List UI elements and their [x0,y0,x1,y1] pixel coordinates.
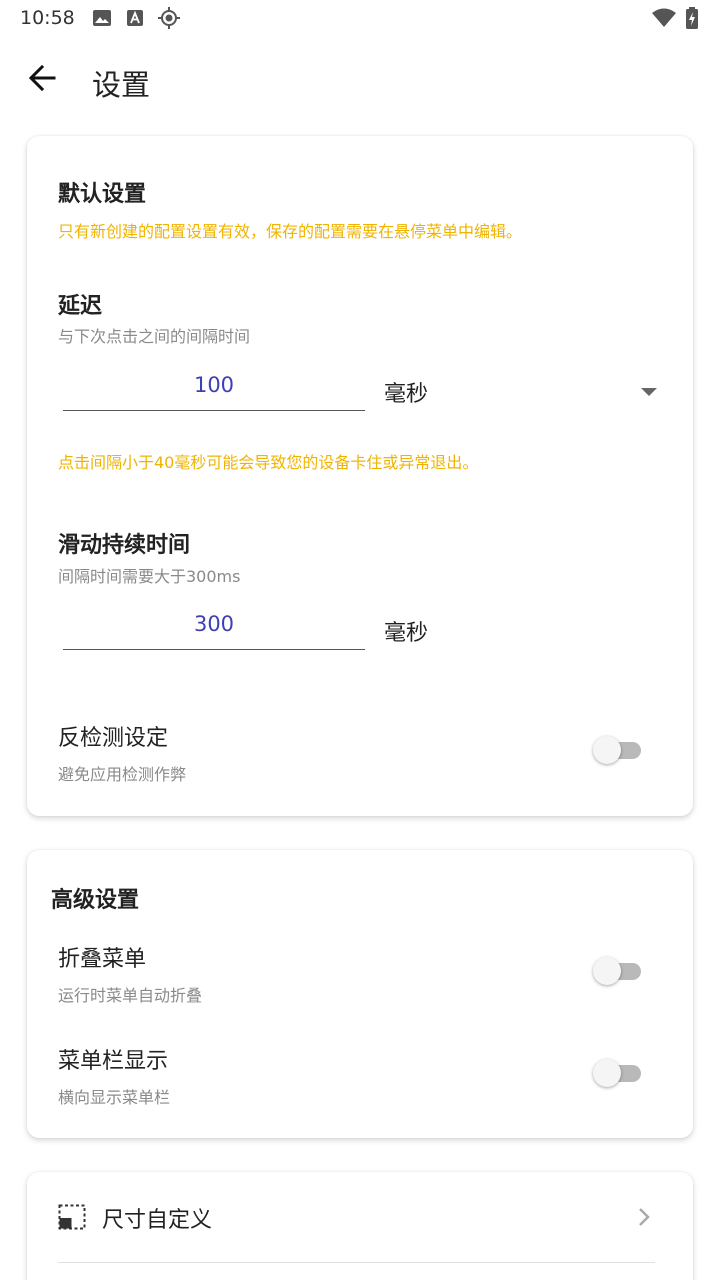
menu-bar-display-toggle[interactable] [593,1057,645,1089]
chevron-right-icon [639,1208,650,1226]
fold-menu-title: 折叠菜单 [58,947,147,972]
delay-subtitle: 与下次点击之间的间隔时间 [58,327,251,346]
status-time: 10:58 [20,7,75,29]
battery-charging-icon [686,7,698,29]
location-icon [158,7,180,29]
anti-detection-title: 反检测设定 [58,726,169,751]
default-settings-notice: 只有新创建的配置设置有效，保存的配置需要在悬停菜单中编辑。 [58,222,523,241]
anti-detection-subtitle: 避免应用检测作弊 [58,765,187,784]
delay-warning: 点击间隔小于40毫秒可能会导致您的设备卡住或异常退出。 [58,453,479,472]
default-settings-title: 默认设置 [58,182,147,207]
anti-detection-toggle[interactable] [593,734,645,766]
swipe-duration-subtitle: 间隔时间需要大于300ms [58,567,241,586]
back-button[interactable] [24,60,60,96]
swipe-duration-value: 300 [193,612,235,636]
arrow-back-icon [28,64,56,92]
delay-input[interactable]: 100 [63,365,365,411]
delay-title: 延迟 [58,294,103,319]
font-notification-icon [127,10,143,26]
image-notification-icon [93,10,111,26]
fold-menu-toggle[interactable] [593,955,645,987]
resize-icon [58,1204,86,1230]
size-custom-card: 尺寸自定义 [27,1172,693,1280]
swipe-duration-input[interactable]: 300 [63,604,365,650]
swipe-duration-title: 滑动持续时间 [58,533,191,558]
size-custom-label: 尺寸自定义 [102,1208,213,1233]
advanced-settings-title: 高级设置 [51,888,140,913]
app-bar: 设置 [0,40,720,120]
status-bar: 10:58 [0,0,720,36]
wifi-icon [652,8,676,27]
size-custom-row[interactable]: 尺寸自定义 [27,1172,693,1262]
divider [58,1262,655,1263]
menu-bar-display-subtitle: 横向显示菜单栏 [58,1088,171,1107]
page-title: 设置 [92,68,151,102]
swipe-duration-unit: 毫秒 [384,621,429,646]
fold-menu-subtitle: 运行时菜单自动折叠 [58,986,203,1005]
delay-unit-select[interactable]: 毫秒 [384,376,428,408]
delay-value: 100 [193,373,235,397]
menu-bar-display-title: 菜单栏显示 [58,1049,169,1074]
chevron-down-icon[interactable] [641,388,657,396]
advanced-settings-card: 高级设置 折叠菜单 运行时菜单自动折叠 菜单栏显示 横向显示菜单栏 [27,850,693,1138]
default-settings-card: 默认设置 只有新创建的配置设置有效，保存的配置需要在悬停菜单中编辑。 延迟 与下… [27,136,693,816]
